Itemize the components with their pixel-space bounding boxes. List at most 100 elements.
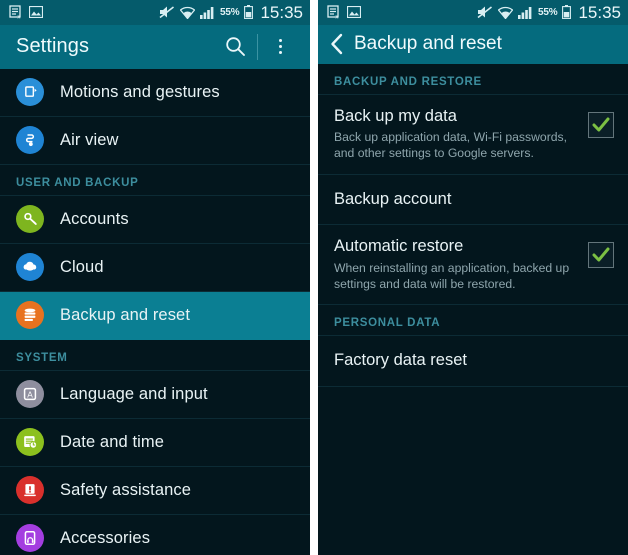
empty-area — [318, 386, 628, 555]
list-item-text: Automatic restore When reinstalling an ap… — [334, 236, 588, 292]
checkbox-automatic-restore[interactable] — [588, 242, 614, 269]
action-divider — [257, 33, 258, 60]
sidebar-item-motions-and-gestures[interactable]: Motions and gestures — [0, 68, 310, 117]
search-button[interactable] — [215, 25, 255, 69]
status-left-icons: x — [327, 5, 361, 19]
sidebar-item-date-and-time[interactable]: Date and time — [0, 418, 310, 467]
status-bar-left: x 55% 15:35 — [0, 0, 310, 25]
status-right-icons: 55% 15:35 — [159, 4, 303, 21]
battery-icon — [562, 5, 572, 20]
database-icon — [24, 308, 36, 322]
sidebar-item-language-and-input[interactable]: A Language and input — [0, 370, 310, 419]
section-header: PERSONAL DATA — [318, 304, 628, 336]
overflow-menu-icon — [278, 39, 282, 55]
section-header: BACKUP AND RESTORE — [318, 63, 628, 95]
list-item-automatic-restore[interactable]: Automatic restore When reinstalling an ap… — [318, 225, 628, 305]
clock-icon — [24, 436, 38, 449]
language-icon-wrapper: A — [16, 380, 44, 409]
sidebar-item-label: Accounts — [60, 209, 129, 228]
signal-icon — [200, 6, 214, 19]
air-view-icon — [25, 134, 35, 147]
back-chevron-icon[interactable] — [330, 33, 344, 55]
list-item-subtitle: When reinstalling an application, backed… — [334, 260, 570, 291]
battery-percent-label: 55% — [220, 6, 240, 18]
list-item-subtitle: Back up application data, Wi-Fi password… — [334, 130, 568, 161]
sidebar-item-backup-and-reset[interactable]: Backup and reset — [0, 291, 310, 340]
headset-icon-wrapper — [16, 524, 44, 553]
page-title: Backup and reset — [354, 33, 502, 55]
sidebar-item-accessories[interactable]: Accessories — [0, 514, 310, 555]
sidebar-item-label: Cloud — [60, 257, 104, 276]
settings-app-bar: Settings — [0, 24, 310, 69]
settings-list[interactable]: Motions and gestures Air view USER AND BAC… — [0, 68, 310, 555]
list-item-title: Factory data reset — [334, 350, 467, 369]
list-item-text: Back up my data Back up application data,… — [334, 106, 588, 162]
left-phone-screen: x 55% 15:35 Settings Motions and gesture… — [0, 0, 310, 555]
backup-reset-app-bar: Backup and reset — [318, 24, 628, 64]
sidebar-item-label: Language and input — [60, 384, 208, 403]
key-icon-wrapper — [16, 205, 44, 234]
sidebar-item-safety-assistance[interactable]: Safety assistance — [0, 466, 310, 515]
alert-icon-wrapper — [16, 476, 44, 505]
sidebar-item-label: Date and time — [60, 432, 165, 451]
battery-percent-label: 55% — [538, 6, 558, 18]
checkmark-icon — [592, 247, 610, 262]
signal-icon — [518, 6, 532, 19]
motions-icon — [25, 86, 37, 97]
search-icon — [225, 37, 245, 56]
status-right-icons: 55% 15:35 — [477, 4, 621, 21]
language-icon: A — [23, 387, 37, 401]
right-phone-screen: x 55% 15:35 Backup and reset BACKUP AND … — [318, 0, 628, 555]
no-messaging-icon: x — [327, 5, 339, 20]
dual-screenshot-container: x 55% 15:35 Settings Motions and gesture… — [0, 0, 628, 555]
sidebar-item-label: Backup and reset — [60, 305, 191, 324]
status-left-icons: x — [9, 5, 43, 19]
cloud-icon — [23, 261, 37, 271]
sidebar-item-label: Accessories — [60, 528, 151, 547]
sidebar-item-accounts[interactable]: Accounts — [0, 195, 310, 244]
sidebar-item-label: Safety assistance — [60, 480, 192, 499]
mute-icon — [159, 6, 175, 19]
list-item-title: Backup account — [334, 189, 452, 208]
status-bar-right: x 55% 15:35 — [318, 0, 628, 25]
no-messaging-icon: x — [9, 5, 21, 20]
list-item-title: Automatic restore — [334, 237, 464, 256]
status-clock: 15:35 — [260, 2, 303, 22]
overflow-menu-button[interactable] — [260, 25, 300, 69]
sidebar-item-label: Air view — [60, 130, 119, 149]
screenshot-image-icon — [29, 6, 43, 19]
checkbox-back-up-my-data[interactable] — [588, 111, 614, 138]
sidebar-item-label: Motions and gestures — [60, 82, 220, 101]
list-item-text: Backup account — [334, 189, 614, 210]
clock-icon-wrapper — [16, 428, 44, 457]
wifi-icon — [180, 6, 196, 19]
mute-icon — [477, 6, 493, 19]
status-clock: 15:35 — [578, 2, 621, 22]
cloud-icon-wrapper — [16, 253, 44, 282]
headset-icon — [24, 531, 36, 546]
screenshot-image-icon — [347, 6, 361, 19]
key-icon — [24, 212, 37, 225]
alert-icon — [24, 484, 36, 497]
air-view-icon-wrapper — [16, 126, 44, 155]
battery-icon — [244, 5, 254, 20]
list-item-back-up-my-data[interactable]: Back up my data Back up application data,… — [318, 94, 628, 175]
svg-text:x: x — [17, 15, 20, 20]
section-header: USER AND BACKUP — [0, 164, 310, 196]
svg-text:x: x — [335, 15, 338, 20]
list-item-text: Factory data reset — [334, 350, 614, 371]
list-item-factory-data-reset[interactable]: Factory data reset — [318, 335, 628, 387]
sidebar-item-air-view[interactable]: Air view — [0, 116, 310, 165]
list-item-backup-account[interactable]: Backup account — [318, 174, 628, 226]
wifi-icon — [498, 6, 514, 19]
svg-text:A: A — [27, 389, 33, 399]
section-header: SYSTEM — [0, 339, 310, 371]
backup-reset-list[interactable]: BACKUP AND RESTORE Back up my data Back up… — [318, 63, 628, 555]
page-title: Settings — [16, 35, 90, 58]
list-item-title: Back up my data — [334, 106, 457, 125]
sidebar-item-cloud[interactable]: Cloud — [0, 243, 310, 292]
database-icon-wrapper — [16, 301, 44, 330]
app-bar-actions — [215, 25, 300, 69]
motions-icon-wrapper — [16, 78, 44, 107]
checkmark-icon — [592, 117, 610, 132]
